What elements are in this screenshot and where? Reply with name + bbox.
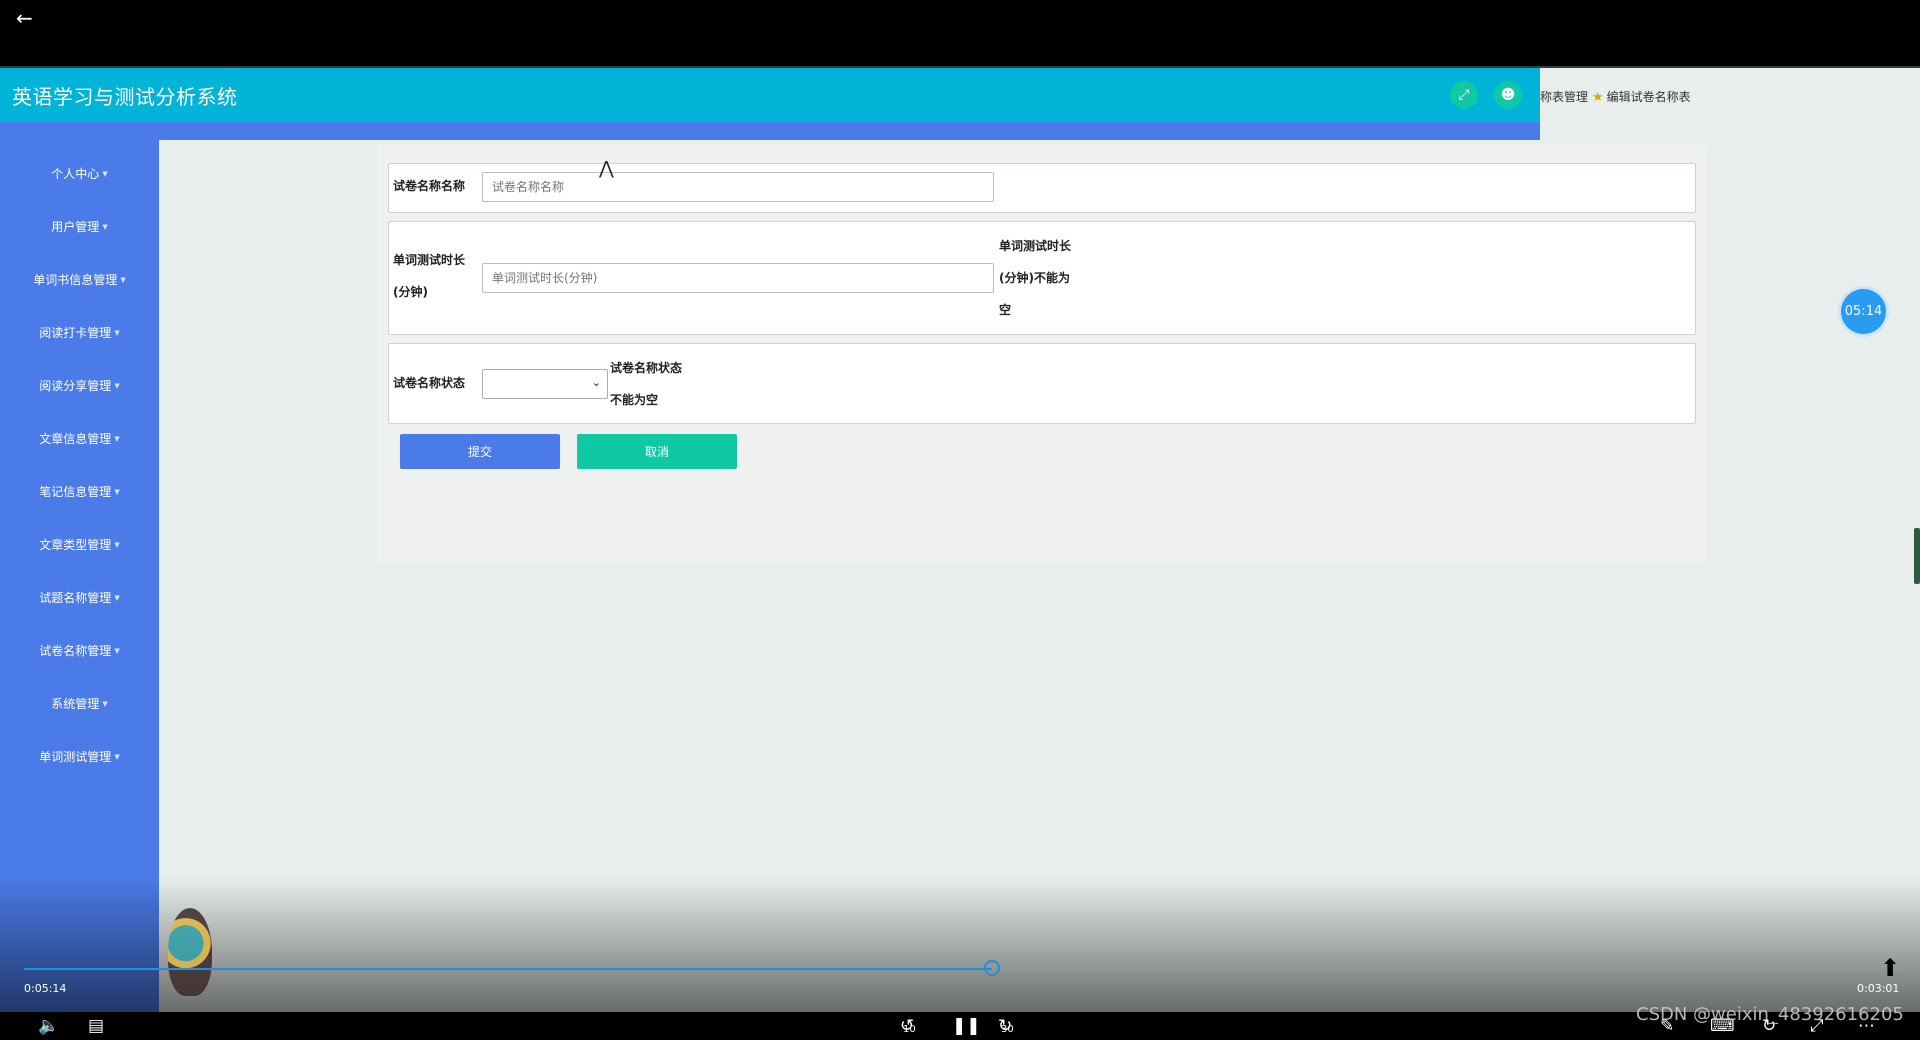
caret-down-icon: ▼ xyxy=(102,699,108,708)
pause-icon[interactable]: ❚❚ xyxy=(952,1016,981,1036)
sidebar-item-reading-share[interactable]: 阅读分享管理 ▼ xyxy=(0,359,159,412)
sidebar-item-questions[interactable]: 试题名称管理 ▼ xyxy=(0,571,159,624)
breadcrumb-current: 编辑试卷名称表 xyxy=(1606,90,1691,104)
captions-icon[interactable]: ▤ xyxy=(88,1016,104,1036)
sidebar-item-system[interactable]: 系统管理 ▼ xyxy=(0,677,159,730)
sidebar-item-label: 试题名称管理 xyxy=(39,591,112,605)
sidebar-item-word-tests[interactable]: 单词测试管理 ▼ xyxy=(0,730,159,783)
caret-down-icon: ▼ xyxy=(114,381,120,390)
duration-label-line1: 单词测试时长 xyxy=(393,253,466,267)
form-row-duration: 单词测试时长 (分钟) 单词测试时长 (分钟)不能为 空 xyxy=(388,221,1696,335)
sidebar-item-label: 个人中心 xyxy=(51,167,100,181)
sidebar-item-label: 系统管理 xyxy=(51,697,100,711)
status-label: 试卷名称状态 xyxy=(393,376,466,390)
status-error-line1: 试卷名称状态 xyxy=(610,361,683,375)
sidebar-item-label: 阅读分享管理 xyxy=(39,379,112,393)
cancel-button[interactable]: 取消 xyxy=(577,434,737,469)
status-error-line2: 不能为空 xyxy=(610,393,659,407)
caret-down-icon: ▼ xyxy=(114,752,120,761)
sidebar-item-article-types[interactable]: 文章类型管理 ▼ xyxy=(0,518,159,571)
player-top-bar: ← xyxy=(0,0,1920,68)
scroll-handle[interactable] xyxy=(1914,528,1920,584)
duration-label-line2: (分钟) xyxy=(393,285,428,299)
submit-button[interactable]: 提交 xyxy=(400,434,560,469)
caret-down-icon: ▼ xyxy=(114,540,120,549)
sidebar-item-profile[interactable]: 个人中心 ▼ xyxy=(0,147,159,200)
status-select[interactable]: ⌄ xyxy=(482,369,608,399)
name-input[interactable] xyxy=(482,172,994,202)
avatar xyxy=(168,908,212,996)
expand-icon[interactable]: ⤢ xyxy=(1450,81,1478,109)
app-header: 英语学习与测试分析系统 ⤢ ☻ xyxy=(0,68,1540,122)
breadcrumb: 称表管理 ★ 编辑试卷名称表 xyxy=(1540,88,1691,105)
app-title: 英语学习与测试分析系统 xyxy=(12,85,238,109)
remaining-time: 0:03:01 xyxy=(1857,982,1900,995)
duration-error-line3: 空 xyxy=(999,303,1012,317)
timer-badge[interactable]: 05:14 xyxy=(1841,289,1886,334)
skip-forward-label: 30 xyxy=(1001,1024,1014,1035)
app-viewport: 英语学习与测试分析系统 ⤢ ☻ 称表管理 ★ 编辑试卷名称表 个人中心 ▼ 用户管理 ▼… xyxy=(0,68,1920,1012)
caret-down-icon: ▼ xyxy=(114,487,120,496)
sidebar-item-wordbooks[interactable]: 单词书信息管理 ▼ xyxy=(0,253,159,306)
progress-knob[interactable] xyxy=(984,960,1000,976)
sidebar-item-users[interactable]: 用户管理 ▼ xyxy=(0,200,159,253)
user-icon[interactable]: ☻ xyxy=(1494,81,1522,109)
form-row-status: 试卷名称状态 ⌄ 试卷名称状态 不能为空 xyxy=(388,343,1696,424)
player-controls: 🔈 ▤ ↺ 10 ❚❚ ↻ 30 ✎ ⌨ ↻ ⤢ ⋯ xyxy=(0,1012,1920,1040)
duration-input[interactable] xyxy=(482,263,994,293)
sidebar-item-notes[interactable]: 笔记信息管理 ▼ xyxy=(0,465,159,518)
header-subbar xyxy=(0,122,1540,140)
caret-down-icon: ▼ xyxy=(114,328,120,337)
breadcrumb-parent[interactable]: 称表管理 xyxy=(1540,90,1588,104)
sidebar-item-label: 文章信息管理 xyxy=(39,432,112,446)
sidebar-item-label: 单词测试管理 xyxy=(39,750,112,764)
back-arrow-icon[interactable]: ← xyxy=(16,6,33,30)
name-label: 试卷名称名称 xyxy=(393,179,466,193)
caret-down-icon: ▼ xyxy=(114,593,120,602)
sidebar-item-articles[interactable]: 文章信息管理 ▼ xyxy=(0,412,159,465)
duration-error-line1: 单词测试时长 xyxy=(999,239,1072,253)
caret-down-icon: ▼ xyxy=(102,222,108,231)
sidebar-item-label: 文章类型管理 xyxy=(39,538,112,552)
scroll-top-icon[interactable]: ⬆ xyxy=(1880,954,1900,982)
duration-error-line2: (分钟)不能为 xyxy=(999,271,1070,285)
skip-back-label: 10 xyxy=(903,1024,916,1035)
sidebar-item-reading-checkin[interactable]: 阅读打卡管理 ▼ xyxy=(0,306,159,359)
caret-down-icon: ▼ xyxy=(114,434,120,443)
player-overlay xyxy=(0,876,1920,1012)
caret-down-icon: ▼ xyxy=(102,169,108,178)
volume-icon[interactable]: 🔈 xyxy=(38,1016,59,1036)
chevron-down-icon: ⌄ xyxy=(591,376,601,389)
caret-down-icon: ▼ xyxy=(114,646,120,655)
sidebar-item-label: 试卷名称管理 xyxy=(39,644,112,658)
sidebar-item-label: 用户管理 xyxy=(51,220,100,234)
sidebar-item-label: 笔记信息管理 xyxy=(39,485,112,499)
text-cursor-icon: ⋀ xyxy=(599,158,614,179)
caret-down-icon: ▼ xyxy=(120,275,126,284)
star-icon: ★ xyxy=(1592,90,1604,105)
watermark: CSDN @weixin_48392616205 xyxy=(1636,1004,1904,1025)
form-row-name: 试卷名称名称 xyxy=(388,163,1696,213)
sidebar-item-label: 单词书信息管理 xyxy=(33,273,118,287)
sidebar-item-label: 阅读打卡管理 xyxy=(39,326,112,340)
sidebar-item-papers[interactable]: 试卷名称管理 ▼ xyxy=(0,624,159,677)
progress-fill xyxy=(24,968,992,970)
elapsed-time: 0:05:14 xyxy=(24,982,67,995)
